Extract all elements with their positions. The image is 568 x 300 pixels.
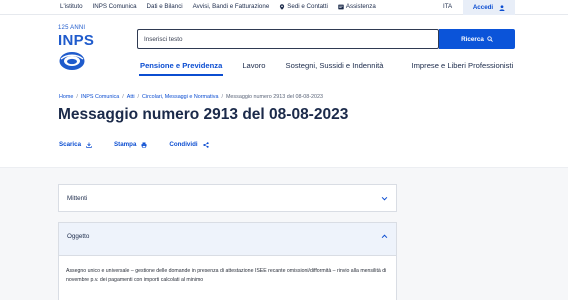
breadcrumb-separator: / [76,94,78,100]
breadcrumb-current: Messaggio numero 2913 del 08-08-2023 [225,94,324,100]
utility-link-label: Avvisi, Bandi e Fatturazione [192,3,270,10]
breadcrumb-circolari[interactable]: Circolari, Messaggi e Normativa [142,94,218,100]
document-actions: Scarica Stampa Condividi [59,141,209,148]
utility-link-label: Assistenza [345,3,376,10]
download-label: Scarica [59,141,82,148]
utility-link-sedi-contatti[interactable]: Sedi e Contatti [279,3,328,10]
accordion-oggetto[interactable]: Oggetto Assegno unico e universale – ges… [58,222,397,300]
logo-wordmark: INPS [58,32,95,49]
breadcrumb-atti[interactable]: Atti [127,94,135,100]
nav-item-sostegni[interactable]: Sostegni, Sussidi e Indennità [286,61,384,70]
login-label: Accedi [472,4,494,11]
location-pin-icon [280,3,285,10]
print-button[interactable]: Stampa [114,141,147,148]
logo-anniversary-text: 125 ANNI [58,25,86,31]
share-button[interactable]: Condividi [169,141,209,148]
utility-link-assistenza[interactable]: Assistenza [338,3,376,10]
download-button[interactable]: Scarica [59,141,92,148]
utility-link-label: INPS Comunica [92,3,137,10]
search-icon [487,36,493,42]
inps-logo[interactable]: 125 ANNI INPS [58,25,94,73]
utility-link-istituto[interactable]: L'istituto [60,3,83,10]
share-icon [202,141,209,148]
utility-link-label: Sedi e Contatti [287,3,328,10]
accordion-mittenti[interactable]: Mittenti [58,184,397,212]
page-title: Messaggio numero 2913 del 08-08-2023 [58,106,349,123]
print-icon [141,141,147,148]
download-icon [86,141,92,148]
breadcrumb: Home / INPS Comunica / Atti / Circolari,… [59,94,323,100]
accordion-oggetto-title: Oggetto [67,233,90,240]
main-navigation: Pensione e Previdenza Lavoro Sostegni, S… [138,61,514,76]
nav-item-lavoro[interactable]: Lavoro [242,61,265,70]
breadcrumb-home[interactable]: Home [59,94,73,100]
logo-emblem-icon [59,52,85,70]
nav-item-imprese[interactable]: Imprese e Liberi Professionisti [412,61,514,70]
search-button[interactable]: Ricerca [439,29,515,49]
user-icon [499,4,505,11]
search-input[interactable] [137,29,439,49]
assistance-icon [338,4,344,9]
login-button[interactable]: Accedi [463,0,515,15]
chevron-up-icon [381,234,388,239]
chevron-down-icon [381,196,388,201]
breadcrumb-separator: / [221,94,223,100]
nav-item-pensione-previdenza[interactable]: Pensione e Previdenza [138,61,224,76]
print-label: Stampa [114,141,137,148]
utility-link-label: Dati e Bilanci [146,3,183,10]
utility-link-avvisi[interactable]: Avvisi, Bandi e Fatturazione [193,3,270,10]
share-label: Condividi [169,141,198,148]
top-utility-bar: L'istituto INPS Comunica Dati e Bilanci … [0,0,568,15]
language-selector[interactable]: ITA [443,3,452,10]
accordion-oggetto-body: Assegno unico e universale – gestione de… [59,255,396,300]
utility-links: L'istituto INPS Comunica Dati e Bilanci … [60,3,376,10]
accordion-mittenti-title: Mittenti [67,195,88,202]
breadcrumb-separator: / [122,94,124,100]
utility-link-dati-bilanci[interactable]: Dati e Bilanci [147,3,183,10]
search-button-label: Ricerca [461,35,484,43]
breadcrumb-separator: / [137,94,140,100]
utility-link-label: L'istituto [60,3,83,10]
oggetto-text: Assegno unico e universale – gestione de… [66,268,387,283]
utility-link-inps-comunica[interactable]: INPS Comunica [93,3,137,10]
breadcrumb-inps-comunica[interactable]: INPS Comunica [81,94,119,100]
